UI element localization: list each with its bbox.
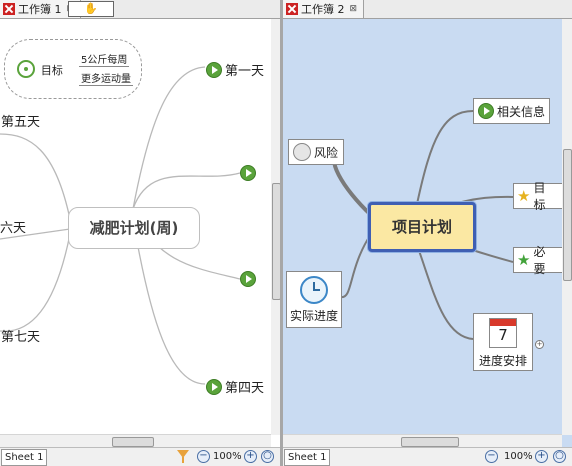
topic-day-partial-2[interactable]: [240, 271, 259, 287]
star-icon: ★: [517, 187, 531, 205]
mindmap-canvas[interactable]: 目标 5公斤每周 更多运动量 减肥计划(周) 第一天 第四天 第五天 六天 第七…: [0, 19, 281, 435]
target-icon: [17, 60, 35, 78]
topic-info[interactable]: 相关信息: [473, 98, 551, 124]
topic-day-4[interactable]: 第四天: [203, 376, 267, 397]
zoom-level: 100%: [504, 451, 533, 462]
horizontal-scrollbar[interactable]: [0, 434, 271, 448]
tab-bar: 工作簿 2 ⊠: [283, 0, 572, 19]
central-topic[interactable]: 项目计划: [368, 202, 476, 252]
mindmap-canvas[interactable]: 风险 实际进度 项目计划 相关信息 ★ 目标 ★ 必要 7 进度安排 +: [283, 19, 572, 435]
expand-toggle[interactable]: +: [535, 340, 544, 349]
topic-day-6[interactable]: 六天: [0, 216, 29, 237]
zoom-level: 100%: [213, 451, 242, 462]
horizontal-scroll-thumb[interactable]: [401, 437, 459, 447]
close-icon[interactable]: ⊠: [350, 4, 358, 14]
face-icon: [293, 143, 311, 161]
tab-title: 工作簿 2: [301, 3, 345, 16]
tab-title: 工作簿 1: [18, 3, 62, 16]
calendar-icon: 7: [489, 317, 517, 348]
vertical-scrollbar[interactable]: [562, 19, 572, 435]
topic-schedule[interactable]: 7 进度安排: [473, 313, 533, 371]
play-icon: [478, 103, 494, 119]
topic-progress[interactable]: 实际进度: [286, 271, 342, 328]
sheet-tab[interactable]: Sheet 1: [1, 449, 48, 466]
sheet-tab[interactable]: Sheet 1: [284, 449, 331, 466]
zoom-in-button[interactable]: +: [535, 450, 548, 463]
goal-item-1[interactable]: 5公斤每周: [79, 51, 130, 67]
hand-tool-button[interactable]: ✋: [68, 1, 114, 17]
goal-item-2[interactable]: 更多运动量: [79, 70, 133, 86]
workbook-1-pane[interactable]: 工作簿 1 ⊠ ✋ 目标 5公斤每周 更多运动量 减肥计划(周): [0, 0, 281, 466]
play-icon: [206, 62, 222, 78]
topic-day-partial-1[interactable]: [240, 165, 259, 181]
goal-topic[interactable]: 目标: [17, 60, 63, 78]
vertical-scroll-thumb[interactable]: [563, 149, 572, 281]
filter-icon[interactable]: [177, 450, 189, 463]
status-bar: Sheet 1 − 100% + ○: [0, 447, 281, 466]
horizontal-scrollbar[interactable]: [283, 434, 562, 448]
play-icon: [240, 271, 256, 287]
goal-cloud[interactable]: 目标 5公斤每周 更多运动量: [4, 39, 142, 99]
zoom-out-button[interactable]: −: [485, 450, 498, 463]
play-icon: [240, 165, 256, 181]
tab-workbook-2[interactable]: 工作簿 2 ⊠: [283, 0, 365, 18]
zoom-fit-button[interactable]: ○: [261, 450, 274, 463]
clock-icon: [300, 275, 328, 304]
central-topic[interactable]: 减肥计划(周): [68, 207, 200, 249]
topic-day-1[interactable]: 第一天: [203, 59, 267, 80]
tab-bar: 工作簿 1 ⊠ ✋: [0, 0, 281, 19]
zoom-out-button[interactable]: −: [197, 450, 210, 463]
status-bar: Sheet 1 − 100% + ○: [283, 447, 572, 466]
topic-day-7[interactable]: 第七天: [0, 325, 43, 346]
workbook-2-pane[interactable]: 工作簿 2 ⊠ 风险 实际进度 项目计划 相关信息 ★ 目标 ★ 必要 7 进度…: [283, 0, 572, 466]
play-icon: [206, 379, 222, 395]
zoom-fit-button[interactable]: ○: [553, 450, 566, 463]
topic-day-5[interactable]: 第五天: [0, 110, 43, 131]
xmind-icon: [286, 3, 298, 15]
zoom-in-button[interactable]: +: [244, 450, 257, 463]
xmind-icon: [3, 3, 15, 15]
topic-risk[interactable]: 风险: [288, 139, 345, 165]
star-icon: ★: [517, 251, 531, 269]
goal-label: 目标: [40, 64, 63, 77]
horizontal-scroll-thumb[interactable]: [112, 437, 154, 447]
